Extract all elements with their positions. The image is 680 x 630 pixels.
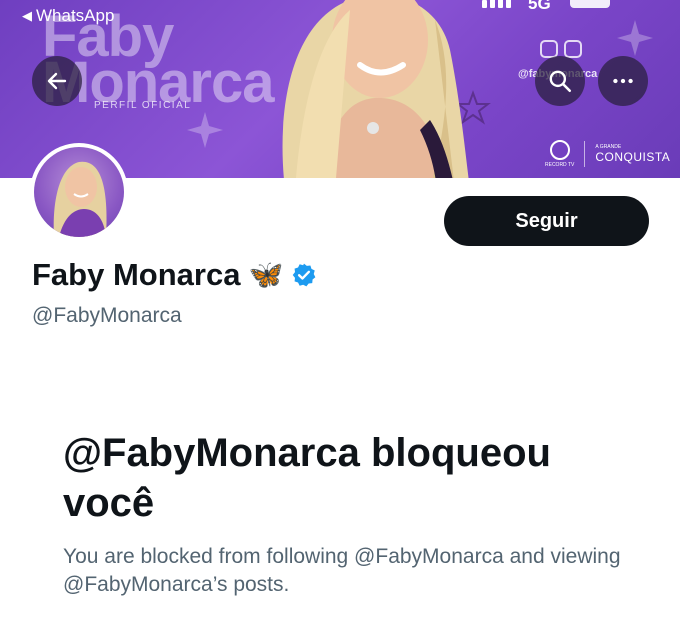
more-options-button[interactable] xyxy=(598,56,648,106)
profile-avatar[interactable] xyxy=(30,143,128,241)
battery-icon xyxy=(570,0,610,8)
back-to-app-label: WhatsApp xyxy=(36,6,115,25)
logo-left-text: RECORD TV xyxy=(545,162,575,168)
display-name-text: Faby Monarca xyxy=(32,257,241,292)
butterfly-emoji: 🦋 xyxy=(248,259,284,290)
star-decoration-icon xyxy=(187,112,223,148)
network-label: 5G xyxy=(528,0,551,13)
back-triangle-icon: ◀ xyxy=(22,8,32,23)
avatar-image xyxy=(34,147,124,237)
signal-icon xyxy=(482,0,511,8)
record-tv-logo-icon xyxy=(549,140,570,160)
logo-divider xyxy=(584,141,586,167)
profile-username: @FabyMonarca xyxy=(32,304,182,327)
back-arrow-icon xyxy=(47,72,67,90)
banner-brand-subtitle: PERFIL OFICIAL xyxy=(94,100,192,111)
back-button[interactable] xyxy=(32,56,82,106)
instagram-icon xyxy=(564,40,582,58)
back-to-app-link[interactable]: ◀ WhatsApp xyxy=(22,6,114,26)
search-button[interactable] xyxy=(535,56,585,106)
search-icon xyxy=(549,70,572,93)
status-bar: ◀ WhatsApp 5G xyxy=(0,0,680,30)
blocked-title: @FabyMonarca bloqueou você xyxy=(63,431,551,525)
follow-button[interactable]: Seguir xyxy=(444,196,649,246)
blocked-description: You are blocked from following @FabyMona… xyxy=(63,545,621,596)
more-icon xyxy=(613,78,633,84)
banner-logos: RECORD TV A GRANDE CONQUISTA xyxy=(545,140,670,168)
verified-badge-icon xyxy=(293,263,316,287)
logo-right-text: CONQUISTA xyxy=(595,150,671,164)
profile-display-name: Faby Monarca 🦋 xyxy=(32,257,317,293)
